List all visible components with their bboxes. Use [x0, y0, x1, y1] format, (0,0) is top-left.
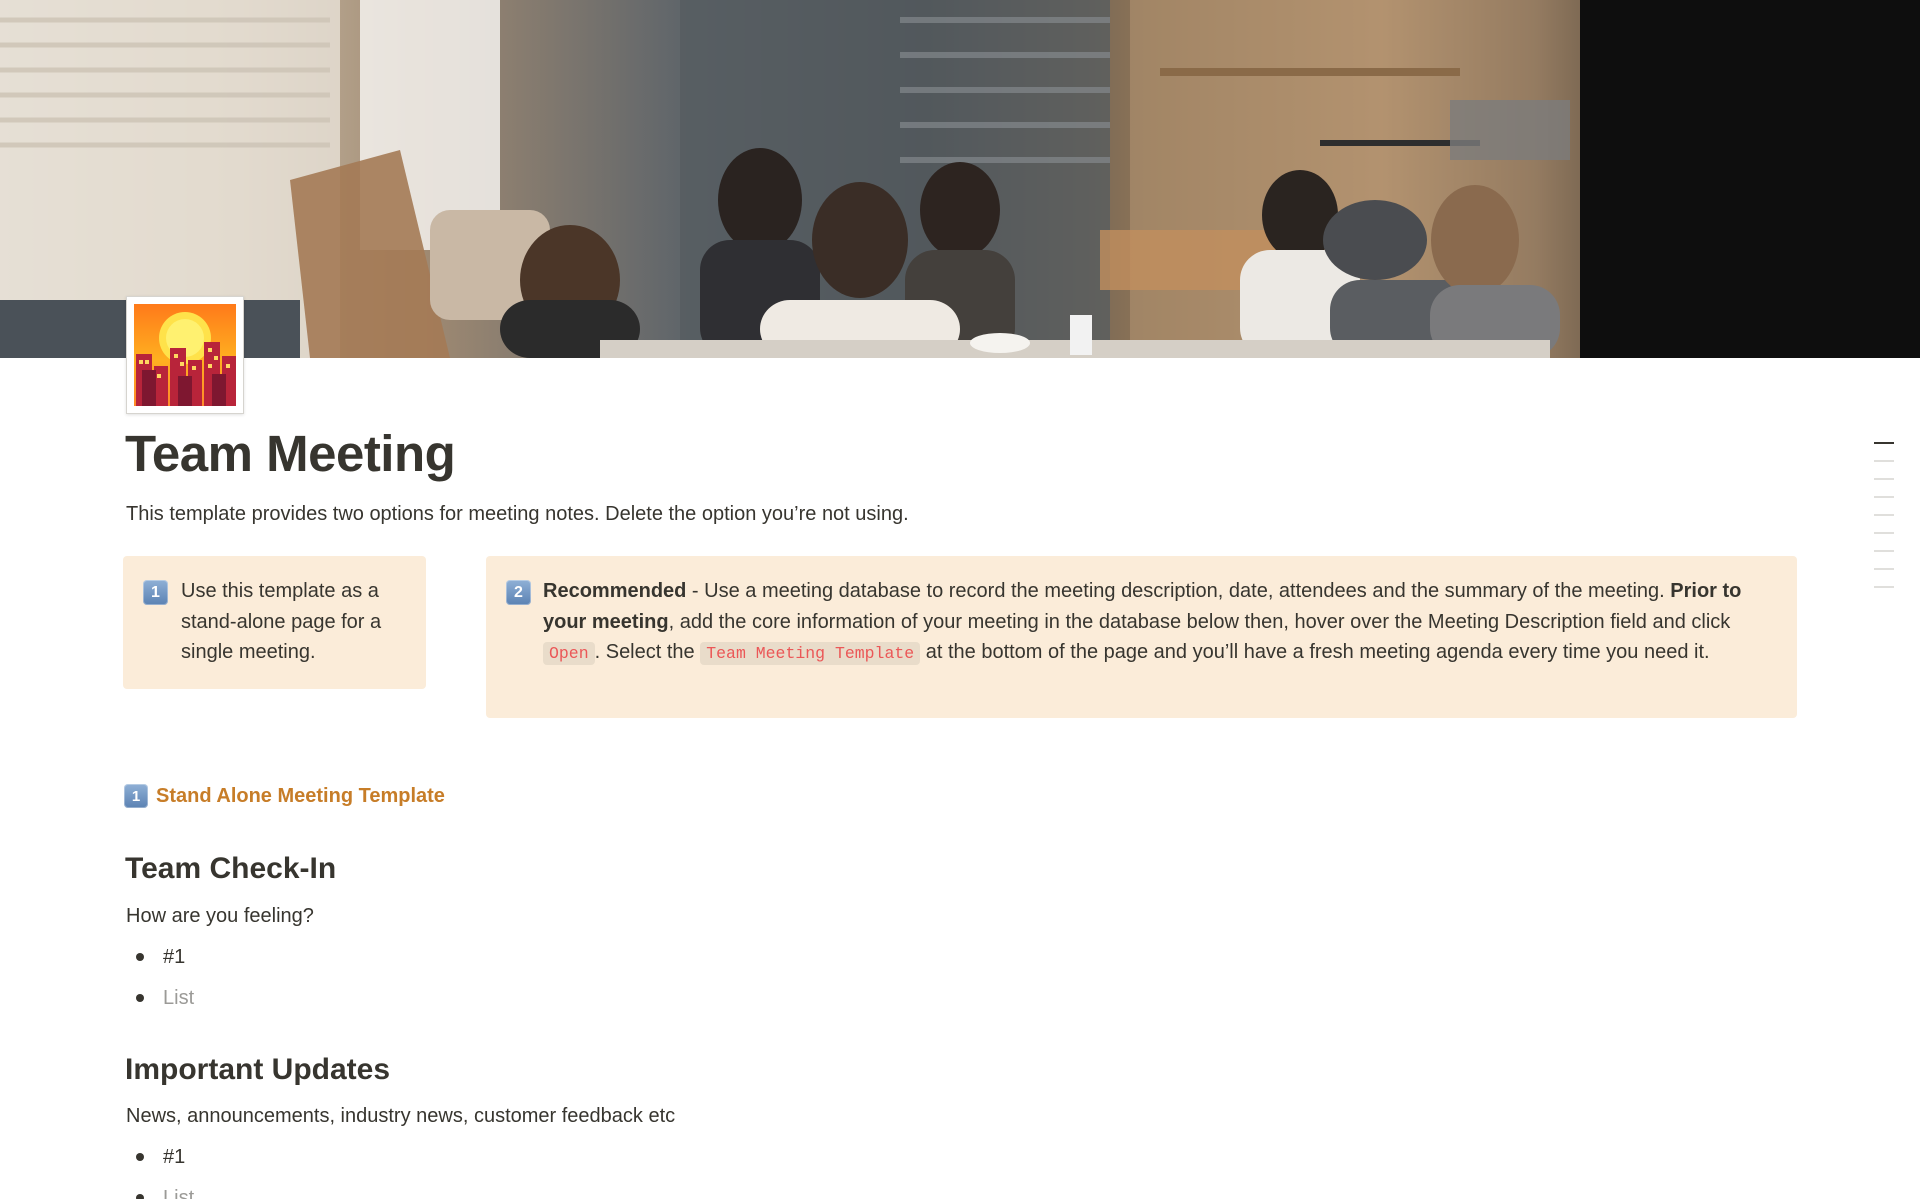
toc-line[interactable]	[1874, 514, 1894, 516]
team-check-in-prompt[interactable]: How are you feeling?	[126, 902, 314, 930]
important-updates-prompt[interactable]: News, announcements, industry news, cust…	[126, 1102, 675, 1130]
toc-line[interactable]	[1874, 532, 1894, 534]
callout-option-1-text[interactable]: Use this template as a stand-alone page …	[181, 576, 411, 668]
cover-image[interactable]	[0, 0, 1920, 358]
page-description[interactable]: This template provides two options for m…	[126, 500, 909, 528]
table-of-contents-outline[interactable]	[1874, 442, 1896, 604]
list-item-text: List	[163, 1187, 195, 1199]
toc-line[interactable]	[1874, 442, 1894, 444]
cover-photo-illustration	[0, 0, 1920, 358]
stand-alone-template-link-label[interactable]: Stand Alone Meeting Template	[156, 785, 445, 808]
callout-text-segment: - Use a meeting database to record the m…	[686, 580, 1671, 602]
page-icon[interactable]	[126, 296, 244, 414]
callout-option-1[interactable]: 1 Use this template as a stand-alone pag…	[123, 556, 426, 689]
callout-text-segment: . Select the	[594, 641, 701, 663]
recommended-label: Recommended	[543, 580, 687, 602]
list-item-text: #1	[163, 946, 186, 968]
stand-alone-template-link[interactable]: 1 Stand Alone Meeting Template	[124, 784, 445, 808]
inline-code-template: Team Meeting Template	[700, 642, 921, 665]
callout-option-2-text[interactable]: Recommended - Use a meeting database to …	[543, 576, 1783, 670]
toc-line[interactable]	[1874, 568, 1894, 570]
list-item-text: List	[163, 987, 195, 1009]
bullet-dot-icon	[136, 1194, 144, 1199]
heading-team-check-in[interactable]: Team Check-In	[125, 849, 336, 889]
list-item[interactable]: #1	[136, 1143, 185, 1171]
toc-line[interactable]	[1874, 496, 1894, 498]
keycap-2-icon: 2	[506, 580, 531, 605]
keycap-1-icon: 1	[143, 580, 168, 605]
toc-line[interactable]	[1874, 460, 1894, 462]
list-item-placeholder[interactable]: List	[136, 984, 194, 1012]
list-item[interactable]: #1	[136, 943, 185, 971]
callout-option-2[interactable]: 2 Recommended - Use a meeting database t…	[486, 556, 1797, 718]
toc-line[interactable]	[1874, 586, 1894, 588]
callout-text-segment: at the bottom of the page and you’ll hav…	[920, 641, 1710, 663]
cityscape-at-sunset-icon	[134, 304, 236, 406]
inline-code-open: Open	[543, 642, 595, 665]
list-item-placeholder[interactable]: List	[136, 1184, 194, 1199]
list-item-text: #1	[163, 1146, 186, 1168]
bullet-dot-icon	[136, 1153, 144, 1161]
toc-line[interactable]	[1874, 478, 1894, 480]
toc-line[interactable]	[1874, 550, 1894, 552]
page-title[interactable]: Team Meeting	[125, 420, 456, 488]
callout-text-segment: , add the core information of your meeti…	[668, 610, 1731, 633]
bullet-dot-icon	[136, 953, 144, 961]
bullet-dot-icon	[136, 994, 144, 1002]
keycap-1-icon: 1	[124, 784, 148, 808]
heading-important-updates[interactable]: Important Updates	[125, 1050, 390, 1090]
